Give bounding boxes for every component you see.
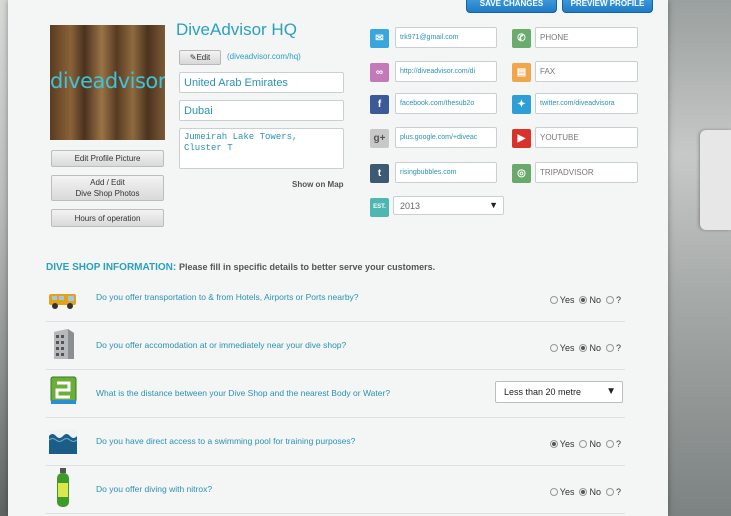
no-label: No — [589, 295, 601, 305]
question-text: What is the distance between your Dive S… — [96, 388, 391, 398]
no-label: No — [589, 487, 601, 497]
radio-yes[interactable] — [549, 440, 558, 448]
background-right — [660, 0, 731, 516]
twitter-icon: ✦ — [512, 95, 531, 114]
website-field[interactable]: http://diveadvisor.com/di — [395, 61, 497, 82]
profile-picture: diveadvisor — [50, 25, 165, 140]
radio-no[interactable] — [579, 296, 588, 304]
phone-icon: ✆ — [512, 29, 531, 48]
dropdown-arrow-icon: ▼ — [489, 200, 498, 210]
section-title: DIVE SHOP INFORMATION: — [46, 262, 177, 273]
nitrox-tank-icon — [57, 468, 69, 507]
radio-yes[interactable] — [549, 344, 558, 352]
building-icon — [54, 329, 74, 359]
answer-radio-group: Yes No ? — [545, 487, 621, 497]
edit-profile-picture-button[interactable]: Edit Profile Picture — [51, 150, 164, 167]
question-row: Do you offer diving with nitrox? Yes No … — [46, 466, 625, 514]
googleplus-icon: g+ — [370, 129, 389, 148]
phone-field[interactable]: PHONE — [535, 27, 638, 48]
yes-label: Yes — [559, 295, 575, 305]
unknown-label: ? — [615, 487, 621, 497]
radio-unknown[interactable] — [605, 440, 614, 448]
city-field[interactable]: Dubai — [179, 100, 344, 121]
youtube-field[interactable]: YOUTUBE — [535, 127, 638, 148]
distance-select[interactable]: Less than 20 metre ▼ — [495, 381, 623, 403]
add-photos-label-2: Dive Shop Photos — [75, 189, 140, 198]
address-line-2: Cluster T — [184, 143, 233, 153]
question-text: Do you offer accomodation at or immediat… — [96, 340, 347, 350]
address-field[interactable]: Jumeirah Lake Towers, Cluster T — [179, 128, 344, 169]
van-icon — [49, 294, 76, 309]
show-on-map-link[interactable]: Show on Map — [292, 180, 344, 189]
side-tab — [700, 130, 731, 230]
link-icon: ∞ — [370, 63, 389, 82]
distance-select-value: Less than 20 metre — [504, 387, 582, 397]
no-label: No — [589, 343, 601, 353]
unknown-label: ? — [615, 343, 621, 353]
radio-no[interactable] — [579, 488, 588, 496]
facebook-field[interactable]: facebook.com/thesub2o — [395, 93, 497, 114]
preview-profile-button[interactable]: PREVIEW PROFILE — [562, 0, 653, 13]
fax-field[interactable]: FAX — [535, 61, 638, 82]
shop-name: DiveAdvisor HQ — [176, 20, 297, 39]
unknown-label: ? — [615, 439, 621, 449]
yes-label: Yes — [559, 487, 575, 497]
email-field[interactable]: trk971@gmail.com — [395, 27, 497, 48]
question-row: Do you offer transportation to & from Ho… — [46, 274, 625, 322]
radio-yes[interactable] — [549, 488, 558, 496]
established-year-value: 2013 — [400, 201, 421, 211]
answer-radio-group: Yes No ? — [545, 295, 621, 305]
email-icon: ✉ — [370, 29, 389, 48]
tripadvisor-field[interactable]: TRIPADVISOR — [535, 162, 638, 183]
distance-icon — [50, 376, 77, 404]
question-text: Do you offer diving with nitrox? — [96, 484, 213, 494]
question-row: Do you offer accomodation at or immediat… — [46, 322, 625, 370]
radio-yes[interactable] — [549, 296, 558, 304]
add-edit-photos-button[interactable]: Add / Edit Dive Shop Photos — [51, 175, 164, 201]
section-subtitle: Please fill in specific details to bette… — [178, 262, 436, 272]
googleplus-field[interactable]: plus.google.com/+diveac — [395, 127, 497, 148]
tumblr-icon: t — [370, 164, 389, 183]
question-row: Do you have direct access to a swimming … — [46, 418, 625, 466]
edit-label: Edit — [196, 53, 211, 62]
unknown-label: ? — [615, 295, 621, 305]
pool-icon — [48, 430, 78, 454]
yes-label: Yes — [559, 439, 575, 449]
radio-unknown[interactable] — [605, 488, 614, 496]
dropdown-arrow-icon: ▼ — [606, 386, 616, 397]
question-text: Do you have direct access to a swimming … — [96, 436, 356, 446]
fax-icon: ▤ — [512, 63, 531, 82]
twitter-field[interactable]: twitter.com/diveadvisora — [535, 93, 638, 114]
edit-profile-picture-label: Edit Profile Picture — [74, 154, 141, 163]
radio-unknown[interactable] — [605, 344, 614, 352]
radio-unknown[interactable] — [605, 296, 614, 304]
tripadvisor-icon: ◎ — [512, 164, 531, 183]
answer-radio-group: Yes No ? — [545, 343, 621, 353]
yes-label: Yes — [559, 343, 575, 353]
hours-label: Hours of operation — [74, 213, 141, 223]
facebook-icon: f — [370, 95, 389, 114]
country-field[interactable]: United Arab Emirates — [179, 72, 344, 93]
tumblr-field[interactable]: risingbubbles.com — [395, 162, 497, 183]
answer-radio-group: Yes No ? — [545, 439, 621, 449]
diveadvisor-logo: diveadvisor — [50, 69, 165, 93]
radio-no[interactable] — [579, 440, 588, 448]
dive-shop-info-heading: DIVE SHOP INFORMATION: Please fill in sp… — [46, 262, 435, 273]
radio-no[interactable] — [579, 344, 588, 352]
question-text: Do you offer transportation to & from Ho… — [96, 292, 359, 302]
profile-url-link[interactable]: (diveadvisor.com/hq) — [227, 52, 301, 61]
save-changes-button[interactable]: SAVE CHANGES — [466, 0, 557, 13]
add-photos-label-1: Add / Edit — [90, 178, 125, 187]
no-label: No — [589, 439, 601, 449]
hours-of-operation-button[interactable]: Hours of operation — [51, 209, 164, 227]
edit-name-button[interactable]: ✎Edit — [179, 50, 221, 65]
established-year-select[interactable]: 2013 ▼ — [393, 196, 504, 215]
youtube-icon: ▶ — [512, 129, 531, 148]
address-line-1: Jumeirah Lake Towers, — [184, 132, 298, 142]
question-row: What is the distance between your Dive S… — [46, 370, 625, 418]
established-icon: EST. — [370, 198, 389, 217]
